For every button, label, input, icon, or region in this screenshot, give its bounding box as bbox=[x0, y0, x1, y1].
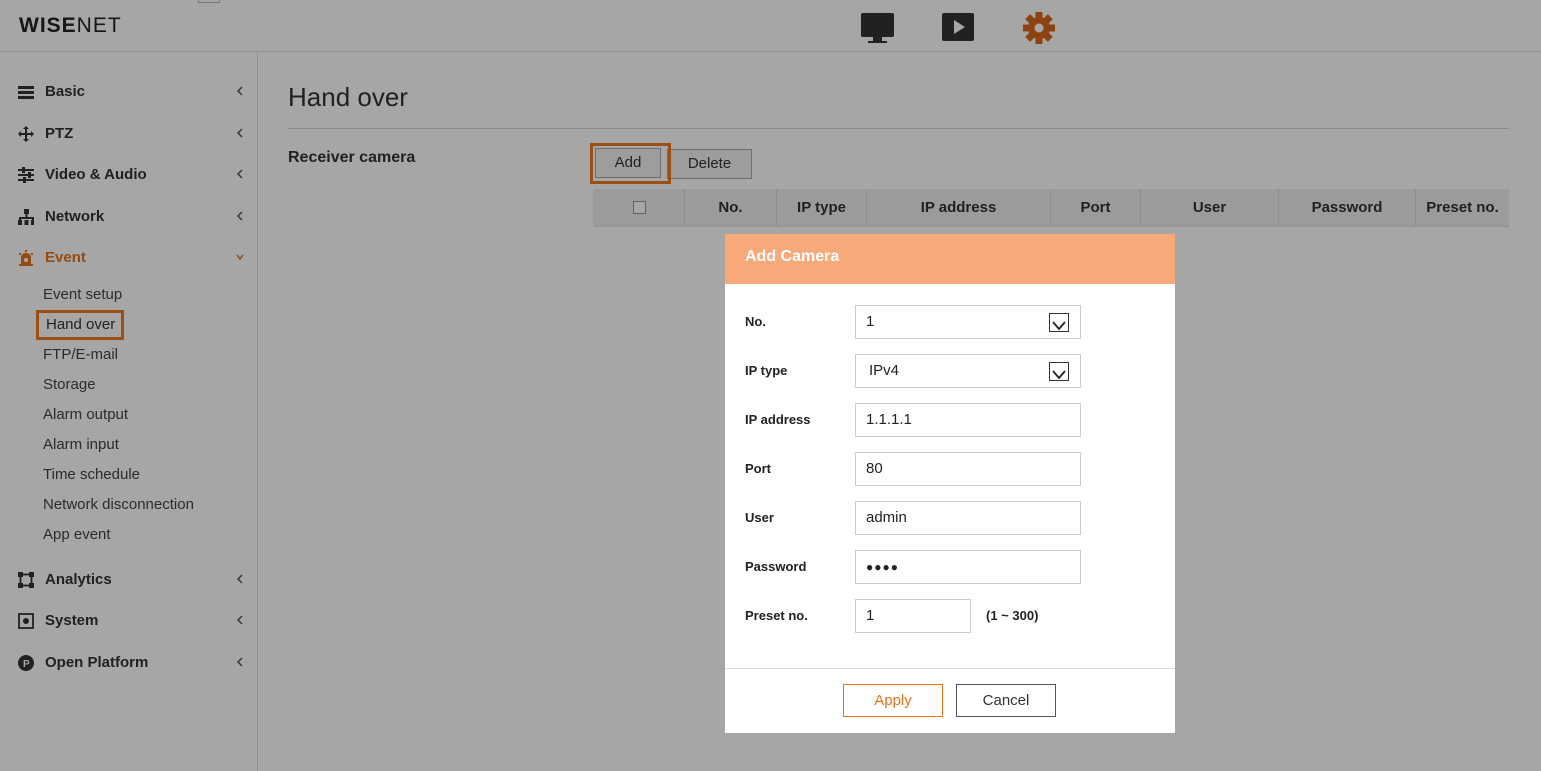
cancel-button[interactable]: Cancel bbox=[956, 684, 1056, 717]
no-select-value: 1 bbox=[866, 313, 875, 330]
dialog-header: Add Camera bbox=[725, 234, 1175, 284]
apply-button[interactable]: Apply bbox=[843, 684, 943, 717]
port-input[interactable]: 80 bbox=[855, 452, 1081, 486]
dialog-footer-divider bbox=[725, 668, 1175, 669]
user-label: User bbox=[745, 510, 774, 525]
port-label: Port bbox=[745, 461, 771, 476]
add-camera-dialog: Add Camera No. 1 IP type IPv4 IP address… bbox=[725, 234, 1175, 733]
password-label: Password bbox=[745, 559, 807, 574]
ip-address-input[interactable]: 1.1.1.1 bbox=[855, 403, 1081, 437]
chevron-down-icon bbox=[1049, 362, 1069, 381]
user-input[interactable]: admin bbox=[855, 501, 1081, 535]
ip-type-label: IP type bbox=[745, 363, 788, 378]
dialog-title: Add Camera bbox=[745, 248, 840, 265]
no-label: No. bbox=[745, 314, 766, 329]
ip-type-select[interactable]: IPv4 bbox=[855, 354, 1081, 388]
ip-type-select-value: IPv4 bbox=[869, 362, 900, 379]
preset-range-hint: (1 ~ 300) bbox=[986, 608, 1039, 623]
ip-address-label: IP address bbox=[745, 412, 811, 427]
password-input[interactable]: ●●●● bbox=[855, 550, 1081, 584]
preset-no-label: Preset no. bbox=[745, 608, 808, 623]
chevron-down-icon bbox=[1049, 313, 1069, 332]
no-select[interactable]: 1 bbox=[855, 305, 1081, 339]
preset-no-input[interactable]: 1 bbox=[855, 599, 971, 633]
